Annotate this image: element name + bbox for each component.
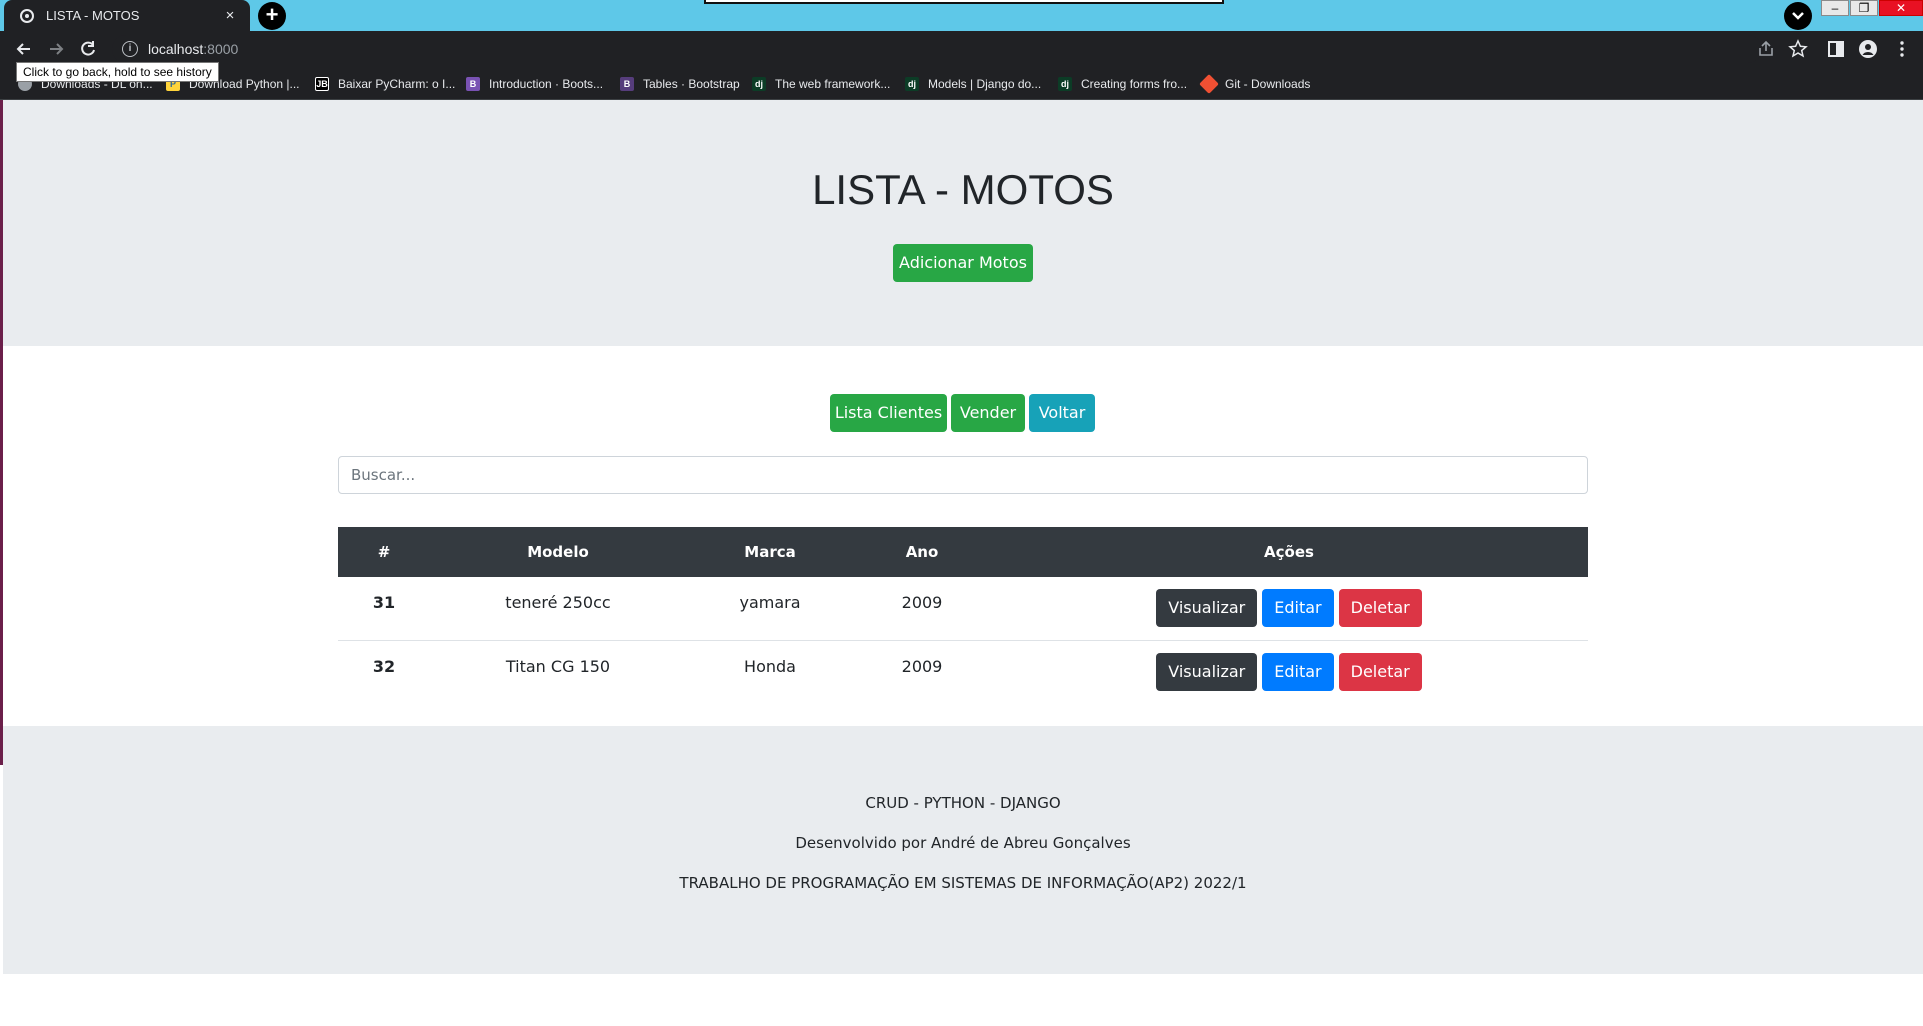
delete-button[interactable]: Deletar bbox=[1338, 652, 1422, 691]
back-button[interactable]: Voltar bbox=[1029, 394, 1095, 432]
tab-title: LISTA - MOTOS bbox=[46, 8, 140, 23]
browser-tab[interactable]: LISTA - MOTOS × bbox=[4, 0, 250, 31]
column-header-acoes: Ações bbox=[990, 527, 1588, 577]
bookmark-item[interactable]: B Tables · Bootstrap bbox=[620, 76, 740, 92]
cell-ano: 2009 bbox=[854, 577, 990, 641]
bookmark-item[interactable]: dj The web framework... bbox=[752, 76, 890, 92]
tab-strip: LISTA - MOTOS × + – ❐ ✕ bbox=[0, 0, 1923, 31]
tab-search-button[interactable] bbox=[1784, 2, 1812, 30]
add-moto-button[interactable]: Adicionar Motos bbox=[893, 244, 1033, 282]
bookmark-label: The web framework... bbox=[775, 77, 891, 91]
client-list-button[interactable]: Lista Clientes bbox=[830, 394, 947, 432]
cell-actions: Visualizar Editar Deletar bbox=[990, 640, 1588, 703]
edit-button[interactable]: Editar bbox=[1262, 589, 1334, 628]
django-icon: dj bbox=[752, 77, 766, 91]
bootstrap-icon: B bbox=[620, 77, 634, 91]
cell-modelo: Titan CG 150 bbox=[505, 656, 611, 676]
bookmark-item[interactable]: dj Creating forms fro... bbox=[1058, 76, 1187, 92]
bookmark-label: Git - Downloads bbox=[1225, 77, 1311, 91]
page: LISTA - MOTOS × + – ❐ ✕ i localhost:8000… bbox=[0, 0, 1923, 1026]
cell-ano: 2009 bbox=[901, 656, 943, 676]
git-icon bbox=[1199, 74, 1219, 94]
side-panel-icon[interactable] bbox=[1826, 39, 1846, 59]
site-info-icon[interactable]: i bbox=[122, 41, 138, 57]
bookmark-label: Creating forms fro... bbox=[1081, 77, 1188, 91]
cell-id: 32 bbox=[372, 656, 396, 676]
close-window-button[interactable]: ✕ bbox=[1879, 0, 1923, 16]
column-header-id: # bbox=[338, 527, 430, 577]
cell-marca: yamara bbox=[686, 577, 854, 641]
url-port: :8000 bbox=[203, 41, 239, 57]
bookmark-label: Tables · Bootstrap bbox=[643, 77, 740, 91]
table-row: 31 teneré 250cc yamara 2009 Visualizar E… bbox=[338, 577, 1588, 641]
reload-icon[interactable] bbox=[78, 39, 98, 59]
delete-button[interactable]: Deletar bbox=[1338, 589, 1422, 628]
bookmark-star-icon[interactable] bbox=[1788, 39, 1808, 59]
share-icon[interactable] bbox=[1756, 39, 1776, 59]
profile-avatar-icon[interactable] bbox=[1858, 39, 1878, 59]
url-host: localhost bbox=[148, 41, 204, 57]
minimize-button[interactable]: – bbox=[1821, 0, 1849, 16]
browser-toolbar: i localhost:8000 bbox=[0, 31, 1923, 67]
edit-button[interactable]: Editar bbox=[1262, 652, 1334, 691]
table-header-row: # Modelo Marca Ano Ações bbox=[338, 527, 1588, 577]
bookmark-label: Models | Django do... bbox=[928, 77, 1042, 91]
django-icon: dj bbox=[1058, 77, 1072, 91]
cell-id: 31 bbox=[338, 577, 430, 641]
new-tab-button[interactable]: + bbox=[258, 2, 286, 30]
cell-marca: Honda bbox=[744, 656, 796, 676]
menu-kebab-icon[interactable] bbox=[1892, 39, 1912, 59]
cell-modelo: teneré 250cc bbox=[430, 577, 686, 641]
bookmark-label: Baixar PyCharm: o I... bbox=[338, 77, 456, 91]
django-icon: dj bbox=[905, 77, 919, 91]
column-header-ano: Ano bbox=[854, 527, 990, 577]
bookmark-item[interactable]: Git - Downloads bbox=[1199, 74, 1311, 94]
view-button[interactable]: Visualizar bbox=[1156, 652, 1258, 691]
column-header-marca: Marca bbox=[686, 527, 854, 577]
restore-button[interactable]: ❐ bbox=[1850, 0, 1878, 16]
view-button[interactable]: Visualizar bbox=[1156, 589, 1258, 628]
bookmark-item[interactable]: JB Baixar PyCharm: o I... bbox=[315, 76, 455, 92]
sell-button[interactable]: Vender bbox=[951, 394, 1025, 432]
back-button-tooltip: Click to go back, hold to see history bbox=[16, 62, 219, 82]
back-arrow-icon[interactable] bbox=[14, 39, 34, 59]
bookmark-item[interactable]: dj Models | Django do... bbox=[905, 76, 1041, 92]
table-row: 32 Titan CG 150 Honda 2009 Visualizar Ed… bbox=[338, 640, 1588, 703]
bookmark-item[interactable]: B Introduction · Boots... bbox=[466, 76, 603, 92]
window-drag-region bbox=[704, 0, 1224, 4]
column-header-modelo: Modelo bbox=[430, 527, 686, 577]
footer: CRUD - PYTHON - DJANGO Desenvolvido por … bbox=[3, 726, 1923, 974]
cell-actions: Visualizar Editar Deletar bbox=[990, 577, 1588, 641]
bookmark-label: Introduction · Boots... bbox=[489, 77, 604, 91]
bootstrap-icon: B bbox=[466, 77, 480, 91]
chevron-down-icon bbox=[1792, 12, 1804, 20]
tab-close-icon[interactable]: × bbox=[222, 7, 238, 24]
footer-line-3: TRABALHO DE PROGRAMAÇÃO EM SISTEMAS DE I… bbox=[679, 874, 1247, 892]
bookmarks-bar: Downloads - DL on... P Download Python |.… bbox=[0, 67, 1923, 100]
jb-icon: JB bbox=[315, 77, 329, 91]
motos-table: # Modelo Marca Ano Ações 31 teneré 250cc… bbox=[338, 527, 1588, 703]
address-bar[interactable]: i localhost:8000 bbox=[112, 35, 1762, 63]
window-controls: – ❐ ✕ bbox=[1820, 0, 1923, 16]
search-input[interactable] bbox=[338, 456, 1588, 494]
forward-arrow-icon[interactable] bbox=[46, 39, 66, 59]
page-title: LISTA - MOTOS bbox=[812, 166, 1114, 213]
footer-line-1: CRUD - PYTHON - DJANGO bbox=[865, 794, 1061, 812]
footer-line-2: Desenvolvido por André de Abreu Gonçalve… bbox=[795, 834, 1131, 852]
header-jumbotron: LISTA - MOTOS bbox=[3, 100, 1923, 346]
tab-favicon-icon bbox=[18, 7, 36, 25]
